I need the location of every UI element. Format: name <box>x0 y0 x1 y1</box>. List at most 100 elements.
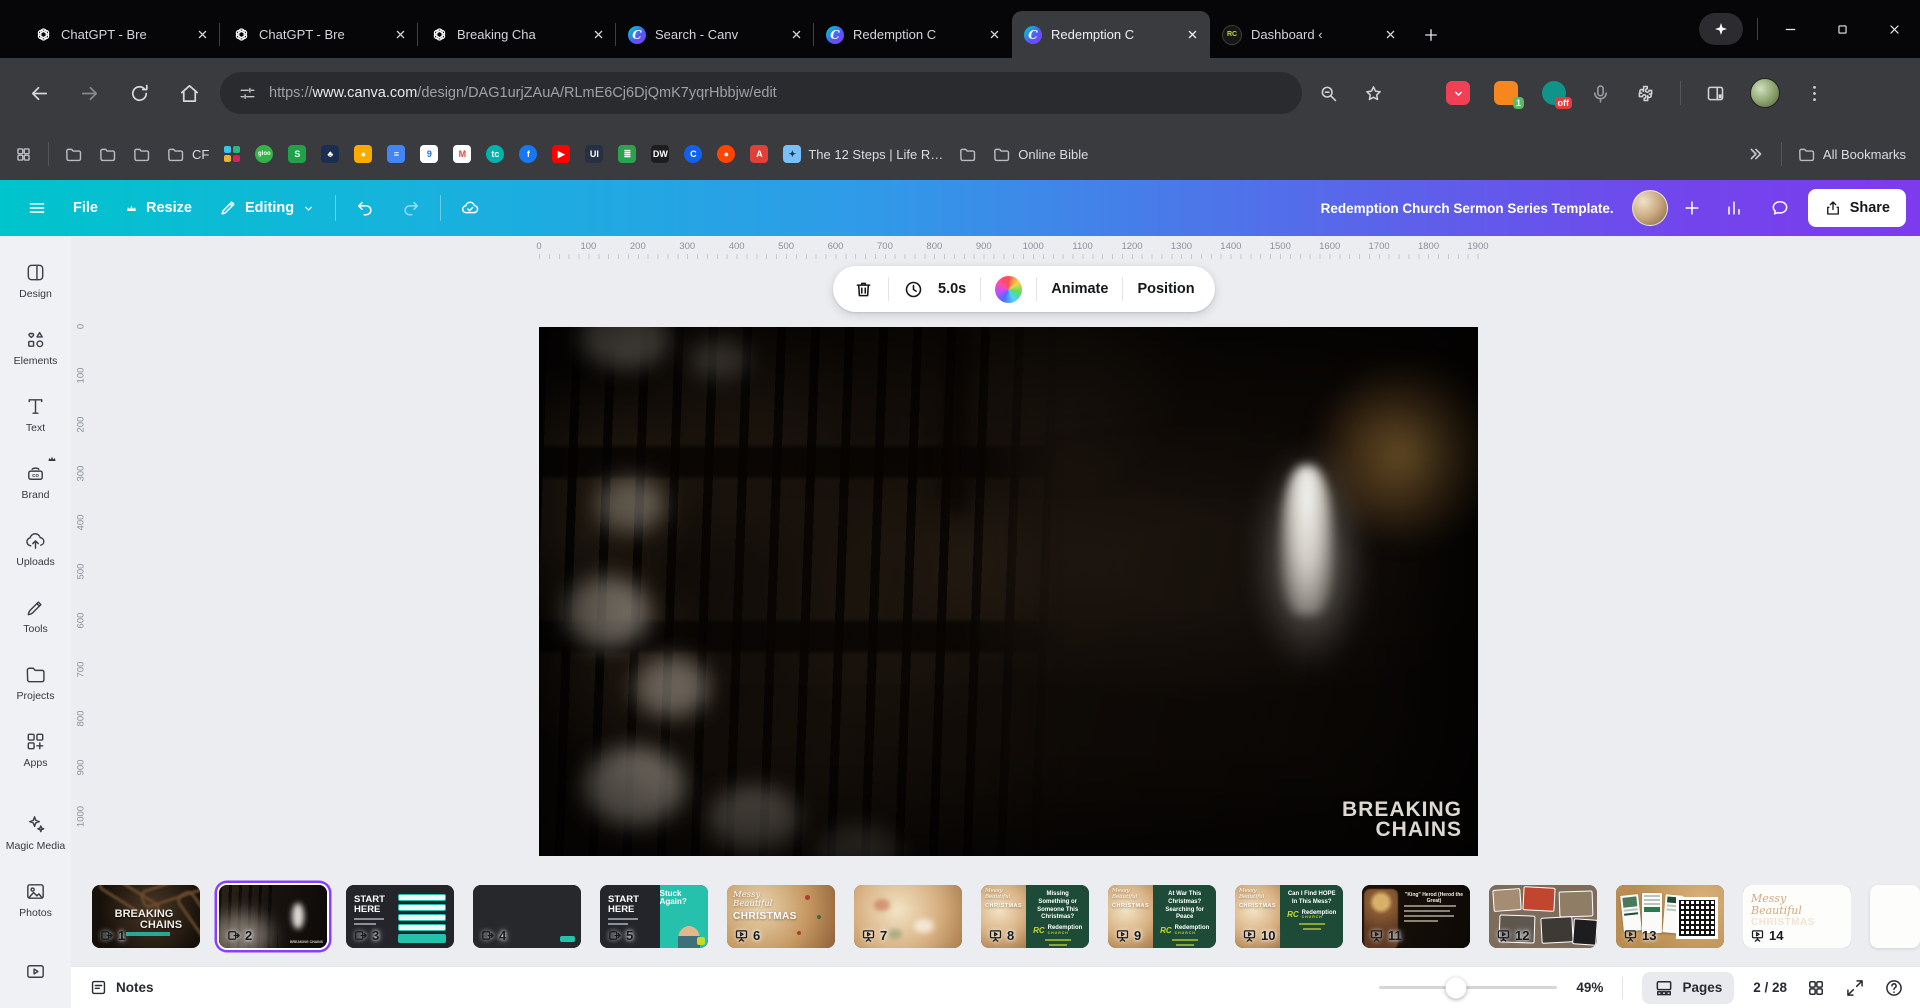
page-thumbnail-11[interactable]: "King" Herod (Herod the Great) 11 <box>1362 885 1470 948</box>
close-tab-icon[interactable] <box>789 27 804 42</box>
browser-ai-button[interactable] <box>1699 13 1743 45</box>
all-bookmarks-button[interactable]: All Bookmarks <box>1797 145 1906 164</box>
fullscreen-button[interactable] <box>1845 978 1865 998</box>
zoom-slider[interactable] <box>1379 986 1557 989</box>
bookmarks-overflow-button[interactable] <box>1744 143 1766 165</box>
page-thumbnail-12[interactable]: 12 <box>1489 885 1597 948</box>
page-thumbnail-3[interactable]: STARTHERE 3 <box>346 885 454 948</box>
zoom-slider-thumb[interactable] <box>1445 977 1466 998</box>
new-tab-button[interactable] <box>1416 20 1446 50</box>
close-window-button[interactable] <box>1868 0 1920 58</box>
bookmark-orange-app[interactable]: ● <box>354 145 372 163</box>
notes-button[interactable]: Notes <box>89 978 154 997</box>
extensions-puzzle-icon[interactable] <box>1635 83 1656 104</box>
zoom-icon[interactable] <box>1318 83 1339 104</box>
undo-button[interactable] <box>342 188 388 228</box>
bookmark-ui[interactable]: UI <box>585 145 603 163</box>
browser-tab[interactable]: ChatGPT - Bre <box>22 11 220 58</box>
bookmark-red-a[interactable]: A <box>750 145 768 163</box>
page-thumbnail-partial[interactable] <box>1870 885 1920 948</box>
browser-menu-icon[interactable] <box>1804 83 1825 104</box>
sidebar-item-photos[interactable]: Photos <box>4 868 68 930</box>
page-thumbnail-4[interactable]: 4 <box>473 885 581 948</box>
bookmark-docs[interactable]: ≡ <box>387 145 405 163</box>
sidebar-item-uploads[interactable]: Uploads <box>4 518 68 580</box>
position-button[interactable]: Position <box>1137 281 1194 297</box>
bookmark-gmail[interactable]: M <box>453 145 471 163</box>
bookmark-dw[interactable]: DW <box>651 145 669 163</box>
bookmark-folder[interactable] <box>958 145 977 164</box>
bookmark-slack[interactable] <box>224 146 240 162</box>
reload-button[interactable] <box>114 71 164 115</box>
bookmark-reddit[interactable]: ● <box>717 145 735 163</box>
bookmark-facebook[interactable]: f <box>519 145 537 163</box>
back-button[interactable] <box>14 71 64 115</box>
sidebar-item-design[interactable]: Design <box>4 250 68 312</box>
page-thumbnail-14[interactable]: MessyBeautiful CHRISTMAS14 <box>1743 885 1851 948</box>
share-button[interactable]: Share <box>1808 189 1906 227</box>
bookmark-gloo[interactable]: gloo <box>255 145 273 163</box>
page-thumbnail-2[interactable]: BREAKING CHAINS2 <box>219 885 327 948</box>
bookmark-folder[interactable] <box>132 145 151 164</box>
animate-button[interactable]: Animate <box>1051 281 1108 297</box>
close-tab-icon[interactable] <box>1383 27 1398 42</box>
maximize-button[interactable] <box>1816 0 1868 58</box>
collaborator-avatar[interactable] <box>1632 190 1668 226</box>
orange-extension-icon[interactable]: 1 <box>1494 81 1518 105</box>
sidebar-item-text[interactable]: Text <box>4 384 68 446</box>
sidebar-item-apps[interactable]: Apps <box>4 719 68 781</box>
bookmark-teal-logo[interactable]: tc <box>486 145 504 163</box>
main-menu-button[interactable] <box>14 188 60 228</box>
page-thumbnail-8[interactable]: MessyBeautifulCHRISTMAS Missing Somethin… <box>981 885 1089 948</box>
close-tab-icon[interactable] <box>393 27 408 42</box>
close-tab-icon[interactable] <box>591 27 606 42</box>
page-thumbnail-10[interactable]: MessyBeautifulCHRISTMAS Can I Find HOPE … <box>1235 885 1343 948</box>
teal-extension-icon[interactable]: off <box>1542 81 1566 105</box>
sidebar-item-magic-media[interactable]: Magic Media <box>4 801 68 863</box>
bookmark-folder[interactable] <box>98 145 117 164</box>
sidebar-item-tools[interactable]: Tools <box>4 585 68 647</box>
home-button[interactable] <box>164 71 214 115</box>
color-picker-button[interactable] <box>995 276 1022 303</box>
sidebar-item-brand[interactable]: coBrand <box>4 451 68 513</box>
page-thumbnail-13[interactable]: 13 <box>1616 885 1724 948</box>
page-thumbnail-6[interactable]: MessyBeautiful CHRISTMAS6 <box>727 885 835 948</box>
bookmarks-apps-button[interactable] <box>14 145 33 164</box>
redo-button[interactable] <box>388 188 434 228</box>
address-bar[interactable]: https://www.canva.com/design/DAG1urjZAuA… <box>220 72 1302 114</box>
pages-toggle-button[interactable]: Pages <box>1642 972 1734 1004</box>
browser-tab[interactable]: CRedemption C <box>1012 11 1210 58</box>
sidebar-item-projects[interactable]: Projects <box>4 652 68 714</box>
page-thumbnail-5[interactable]: STARTHERE Stuck Again? 5 <box>600 885 708 948</box>
bookmark-steps[interactable]: ✦The 12 Steps | Life R… <box>783 145 943 163</box>
grid-view-button[interactable] <box>1806 978 1826 998</box>
clock-icon[interactable] <box>903 279 924 300</box>
bookmark-star-icon[interactable] <box>1363 83 1384 104</box>
add-collaborator-button[interactable] <box>1678 188 1706 228</box>
canvas-title-text[interactable]: BREAKING CHAINS <box>1329 800 1462 840</box>
browser-tab[interactable]: CSearch - Canv <box>616 11 814 58</box>
trash-icon[interactable] <box>853 279 874 300</box>
file-menu-button[interactable]: File <box>60 188 111 228</box>
mic-icon[interactable] <box>1590 83 1611 104</box>
close-tab-icon[interactable] <box>1185 27 1200 42</box>
page-thumbnail-1[interactable]: BREAKINGCHAINS 1 <box>92 885 200 948</box>
close-tab-icon[interactable] <box>987 27 1002 42</box>
pocket-extension-icon[interactable] <box>1446 81 1470 105</box>
close-tab-icon[interactable] <box>195 27 210 42</box>
side-panel-icon[interactable] <box>1705 83 1726 104</box>
resize-button[interactable]: Resize <box>111 188 205 228</box>
design-canvas-page[interactable]: BREAKING CHAINS <box>539 327 1478 856</box>
design-title[interactable]: Redemption Church Sermon Series Template… <box>1321 201 1614 216</box>
sidebar-item-partial[interactable] <box>4 941 68 1003</box>
bookmark-folder[interactable] <box>64 145 83 164</box>
bookmark-blue-c[interactable]: C <box>684 145 702 163</box>
bookmark-folder[interactable]: Online Bible <box>992 145 1088 164</box>
help-button[interactable] <box>1884 978 1904 998</box>
browser-tab[interactable]: ChatGPT - Bre <box>220 11 418 58</box>
bookmark-navy-tree[interactable]: ♣ <box>321 145 339 163</box>
sidebar-item-elements[interactable]: Elements <box>4 317 68 379</box>
bookmark-folder[interactable]: CF <box>166 145 209 164</box>
page-thumbnail-7[interactable]: 7 <box>854 885 962 948</box>
comments-button[interactable] <box>1762 188 1798 228</box>
